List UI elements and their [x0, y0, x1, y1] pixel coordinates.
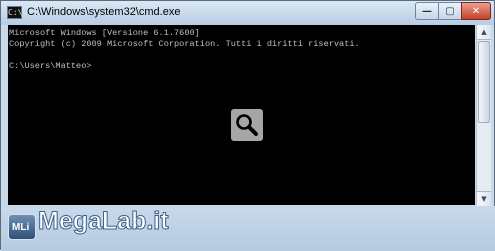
logo-text: MLi: [12, 222, 30, 233]
watermark-text: MegaLab.it: [38, 207, 170, 236]
minimize-button[interactable]: —: [415, 2, 439, 20]
console-icon[interactable]: C:\: [7, 6, 22, 19]
scroll-thumb[interactable]: [478, 41, 490, 123]
vertical-scrollbar[interactable]: ▲ ▼: [476, 25, 491, 206]
console-line: Copyright (c) 2009 Microsoft Corporation…: [9, 39, 360, 49]
close-button[interactable]: ✕: [461, 2, 491, 20]
scroll-up-button[interactable]: ▲: [477, 25, 491, 40]
scroll-down-button[interactable]: ▼: [477, 191, 491, 206]
console-line: Microsoft Windows [Versione 6.1.7600]: [9, 28, 200, 38]
window-title: C:\Windows\system32\cmd.exe: [27, 6, 181, 18]
command-prompt[interactable]: C:\Users\Matteo>: [9, 61, 92, 72]
magnifier-icon[interactable]: [231, 109, 263, 141]
title-bar[interactable]: C:\ C:\Windows\system32\cmd.exe — ▢ ✕: [1, 1, 494, 25]
maximize-button[interactable]: ▢: [438, 2, 462, 20]
